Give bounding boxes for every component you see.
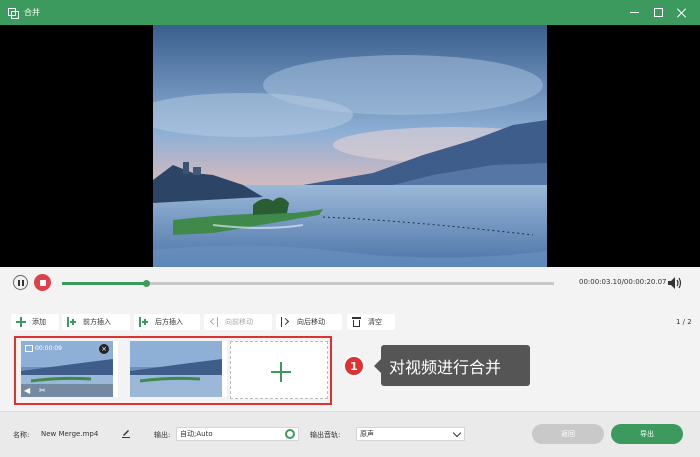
- add-clip-slot[interactable]: [230, 341, 328, 399]
- trash-icon: [352, 317, 362, 327]
- stop-button[interactable]: [34, 274, 51, 291]
- output-format-field[interactable]: 自动;Auto: [176, 427, 299, 441]
- time-display: 00:00:03.10/00:00:20.07: [579, 278, 667, 286]
- step-badge: 1: [343, 355, 365, 377]
- progress-slider[interactable]: [62, 280, 554, 287]
- name-label: 名称:: [13, 431, 30, 439]
- name-value: New Merge.mp4: [41, 430, 99, 438]
- playback-bar: 00:00:03.10/00:00:20.07: [0, 267, 700, 304]
- chevron-down-icon: [452, 428, 462, 438]
- window-controls: [622, 0, 694, 25]
- add-button[interactable]: 添加: [11, 314, 59, 330]
- gear-icon[interactable]: [285, 429, 295, 439]
- move-backward-button[interactable]: 向后移动: [276, 314, 342, 330]
- plus-icon: [16, 317, 26, 327]
- close-icon: [677, 8, 687, 18]
- clip-area: 00:00:09 × ◀ ✂ 1 对视频进行合并: [0, 336, 700, 411]
- title-bar: 合并: [0, 0, 700, 25]
- edit-icon[interactable]: [121, 428, 131, 438]
- stop-icon: [39, 279, 46, 286]
- minimize-icon: [629, 12, 639, 13]
- clear-button[interactable]: 清空: [347, 314, 395, 330]
- merge-icon: [8, 7, 19, 19]
- pause-icon: [17, 279, 20, 286]
- progress-fill: [62, 282, 146, 285]
- minimize-button[interactable]: [622, 0, 646, 25]
- insert-before-button[interactable]: 前方插入: [62, 314, 130, 330]
- scissors-icon[interactable]: ✂: [39, 386, 46, 395]
- clip-thumbnail-1[interactable]: 00:00:09 × ◀ ✂: [21, 341, 113, 397]
- move-forward-button[interactable]: 向前移动: [204, 314, 272, 330]
- lake-landscape-image: [153, 25, 547, 267]
- highlight-box: 00:00:09 × ◀ ✂: [14, 336, 332, 405]
- close-button[interactable]: [670, 0, 694, 25]
- export-button[interactable]: 导出: [611, 424, 683, 444]
- pause-button[interactable]: [13, 275, 28, 290]
- move-forward-icon: [209, 317, 219, 327]
- clip-toolbar: 添加 前方插入 后方插入 向前移动 向后移动 清空 1 / 2: [0, 304, 700, 336]
- plus-icon: [271, 362, 291, 382]
- back-button[interactable]: 返回: [532, 424, 604, 444]
- video-frame: [153, 25, 547, 267]
- tooltip-callout: 对视频进行合并: [374, 345, 530, 386]
- insert-after-icon: [139, 317, 149, 327]
- audio-track-label: 输出音轨:: [310, 431, 341, 439]
- insert-before-icon: [67, 317, 77, 327]
- clip-duration: 00:00:09: [35, 345, 62, 352]
- clip-volume-icon[interactable]: ◀: [24, 386, 30, 395]
- volume-icon[interactable]: [667, 276, 683, 290]
- window-title: 合并: [24, 8, 40, 17]
- insert-after-button[interactable]: 后方插入: [134, 314, 200, 330]
- film-icon: [25, 345, 33, 352]
- page-indicator: 1 / 2: [676, 318, 692, 326]
- progress-knob[interactable]: [142, 280, 150, 287]
- maximize-icon: [653, 8, 663, 17]
- clip-separator: [113, 341, 118, 397]
- remove-clip-icon[interactable]: ×: [99, 344, 109, 354]
- move-backward-icon: [281, 317, 291, 327]
- maximize-button[interactable]: [646, 0, 670, 25]
- clip-thumbnail-2[interactable]: [130, 341, 222, 397]
- audio-track-select[interactable]: 原声: [356, 427, 465, 441]
- video-preview[interactable]: [0, 25, 700, 267]
- output-label: 输出:: [154, 431, 171, 439]
- clip-separator: [222, 341, 227, 397]
- footer: 名称: New Merge.mp4 输出: 自动;Auto 输出音轨: 原声 返…: [0, 411, 700, 457]
